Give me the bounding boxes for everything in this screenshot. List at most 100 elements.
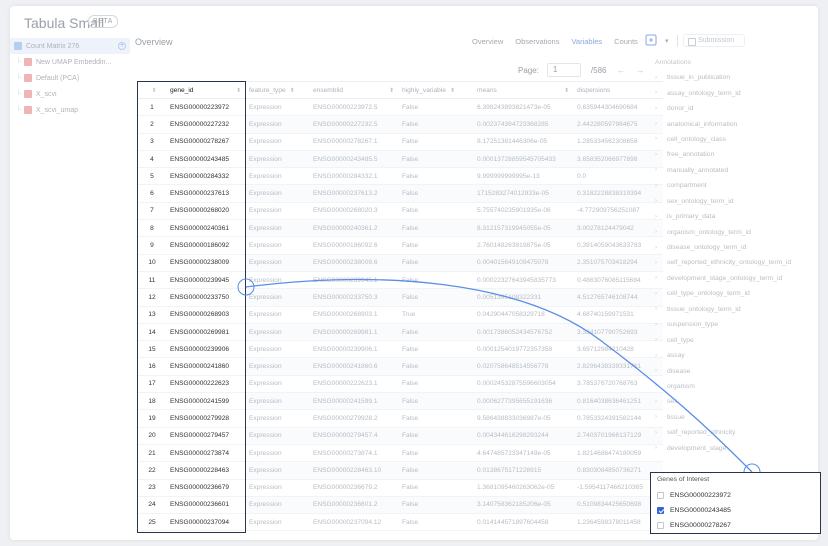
chevron-right-icon[interactable]: ›	[655, 167, 667, 173]
table-row[interactable]: 6 ENSG00000237613 Expression ENSG0000023761…	[138, 184, 663, 203]
annotation-item[interactable]: › anatomical_information	[655, 116, 815, 131]
annotation-item[interactable]: › is_primary_data	[655, 209, 815, 224]
sort-icon[interactable]: ⬍	[389, 87, 394, 94]
chevron-right-icon[interactable]: ›	[655, 306, 667, 312]
sort-icon[interactable]: ⬍	[290, 88, 295, 94]
annotation-item[interactable]: › organism	[655, 379, 815, 394]
annotation-item[interactable]: › cell_type	[655, 332, 815, 347]
gene-checkbox[interactable]	[657, 492, 664, 499]
chevron-right-icon[interactable]: ›	[655, 291, 667, 297]
annotation-item[interactable]: › assay_ontology_term_id	[655, 85, 815, 100]
table-row[interactable]: 18 ENSG00000241599 Expression ENSG000002415…	[138, 392, 663, 411]
chevron-right-icon[interactable]: ›	[655, 183, 667, 189]
annotation-item[interactable]: › development_stage	[655, 441, 815, 456]
chevron-right-icon[interactable]: ›	[655, 399, 667, 405]
table-row[interactable]: 8 ENSG00000240361 Expression ENSG0000024036…	[138, 219, 663, 238]
table-row[interactable]: 2 ENSG00000227232 Expression ENSG0000022723…	[138, 115, 663, 134]
annotation-item[interactable]: › free_annotation	[655, 147, 815, 162]
gene-of-interest-item[interactable]: ENSG00000243485	[657, 503, 820, 518]
annotation-item[interactable]: › organism_ontology_term_id	[655, 224, 815, 239]
annotation-item[interactable]: › self_reported_ethnicity	[655, 425, 815, 440]
annotation-item[interactable]: › tissue_ontology_term_id	[655, 302, 815, 317]
column-header-dispersions[interactable]: dispersions	[573, 81, 663, 99]
table-row[interactable]: 3 ENSG00000278267 Expression ENSG0000027826…	[138, 133, 663, 151]
chevron-right-icon[interactable]: ›	[655, 106, 667, 112]
annotation-item[interactable]: › sex	[655, 394, 815, 409]
chevron-right-icon[interactable]: ›	[655, 368, 667, 374]
chevron-right-icon[interactable]: ›	[655, 245, 667, 251]
table-row[interactable]: 1 ENSG00000223972 Expression ENSG0000022397…	[138, 98, 663, 117]
chevron-right-icon[interactable]: ›	[655, 383, 667, 389]
next-page-icon[interactable]: →	[635, 65, 644, 75]
chevron-down-icon[interactable]: ▾	[665, 37, 669, 45]
sidebar-item-new-umap[interactable]: └ New UMAP Embeddin...	[10, 54, 130, 70]
tab-observations[interactable]: Observations	[509, 37, 565, 46]
column-header-index[interactable]: ⬍	[138, 81, 166, 99]
table-row[interactable]: 23 ENSG00000236679 Expression ENSG000002366…	[138, 479, 663, 497]
table-row[interactable]: 7 ENSG00000268020 Expression ENSG0000026802…	[138, 202, 663, 221]
submission-button[interactable]: Submission	[683, 34, 746, 47]
table-row[interactable]: 16 ENSG00000241860 Expression ENSG000002418…	[138, 357, 663, 376]
table-row[interactable]: 13 ENSG00000268903 Expression ENSG000002689…	[138, 306, 663, 324]
table-row[interactable]: 14 ENSG00000269981 Expression ENSG000002699…	[138, 323, 663, 342]
table-row[interactable]: 9 ENSG00000186092 Expression ENSG0000018609…	[138, 236, 663, 255]
prev-page-icon[interactable]: ←	[616, 65, 625, 75]
table-row[interactable]: 19 ENSG00000279928 Expression ENSG000002799…	[138, 409, 663, 428]
annotation-item[interactable]: › development_stage_ontology_term_id	[655, 271, 815, 286]
gene-of-interest-item[interactable]: ENSG00000223972	[657, 488, 820, 503]
annotation-item[interactable]: › disease_ontology_term_id	[655, 240, 815, 255]
add-icon[interactable]: +	[118, 42, 126, 50]
table-row[interactable]: 25 ENSG00000237094 Expression ENSG000002370…	[138, 513, 663, 532]
annotation-item[interactable]: › sex_ontology_term_id	[655, 194, 815, 209]
chevron-right-icon[interactable]: ›	[655, 414, 667, 420]
chevron-right-icon[interactable]: ›	[655, 136, 667, 142]
column-header-gene-id[interactable]: gene_id ⬍	[166, 81, 245, 99]
table-row[interactable]: 20 ENSG00000279457 Expression ENSG000002794…	[138, 427, 663, 445]
tab-counts[interactable]: Counts	[608, 37, 644, 46]
sidebar-item-count-matrix[interactable]: Count Matrix 276 +	[10, 38, 130, 54]
table-row[interactable]: 22 ENSG00000228463 Expression ENSG000002284…	[138, 461, 663, 480]
table-row[interactable]: 24 ENSG00000236601 Expression ENSG000002366…	[138, 496, 663, 515]
chevron-right-icon[interactable]: ›	[655, 75, 667, 81]
sort-icon[interactable]: ⬍	[151, 88, 156, 94]
gene-checkbox[interactable]	[657, 507, 664, 514]
annotation-item[interactable]: › disease	[655, 363, 815, 378]
chevron-right-icon[interactable]: ›	[655, 214, 667, 220]
sidebar-item-default-pca[interactable]: └ Default (PCA)	[10, 70, 130, 86]
sort-icon[interactable]: ⬍	[450, 88, 455, 94]
annotation-item[interactable]: › suspension_type	[655, 317, 815, 332]
table-row[interactable]: 15 ENSG00000239906 Expression ENSG000002399…	[138, 340, 663, 359]
page-input[interactable]: 1	[546, 63, 581, 77]
chevron-right-icon[interactable]: ›	[655, 445, 667, 451]
chevron-right-icon[interactable]: ›	[655, 121, 667, 127]
chevron-right-icon[interactable]: ›	[655, 322, 667, 328]
column-header-highly-variable[interactable]: highly_variable ⬍	[398, 81, 473, 99]
annotation-item[interactable]: › compartment	[655, 178, 815, 193]
table-row[interactable]: 4 ENSG00000243485 Expression ENSG0000024348…	[138, 150, 663, 169]
column-header-feature-type[interactable]: feature_type ⬍	[245, 81, 309, 99]
annotation-item[interactable]: › cell_ontology_class	[655, 132, 815, 147]
chevron-right-icon[interactable]: ›	[655, 430, 667, 436]
table-row[interactable]: 11 ENSG00000239945 Expression ENSG000002399…	[138, 271, 663, 290]
annotation-item[interactable]: › self_reported_ethnicity_ontology_term_i…	[655, 255, 815, 270]
chevron-right-icon[interactable]: ›	[655, 260, 667, 266]
chevron-right-icon[interactable]: ›	[655, 275, 667, 281]
table-row[interactable]: 17 ENSG00000222623 Expression ENSG000002226…	[138, 375, 663, 394]
annotation-item[interactable]: › manually_annotated	[655, 163, 815, 178]
gene-checkbox[interactable]	[657, 522, 664, 529]
annotation-item[interactable]: › tissue_in_publication	[655, 70, 815, 85]
chevron-right-icon[interactable]: ›	[655, 90, 667, 96]
tab-overview[interactable]: Overview	[466, 37, 509, 46]
layout-icon[interactable]	[645, 34, 661, 46]
chevron-right-icon[interactable]: ›	[655, 353, 667, 359]
sidebar-item-x-scvi-umap[interactable]: └ X_scvi_umap	[10, 102, 130, 118]
chevron-right-icon[interactable]: ›	[655, 229, 667, 235]
annotation-item[interactable]: › donor_id	[655, 101, 815, 116]
chevron-right-icon[interactable]: ›	[655, 337, 667, 343]
chevron-right-icon[interactable]: ›	[655, 198, 667, 204]
table-row[interactable]: 21 ENSG00000273874 Expression ENSG000002738…	[138, 444, 663, 463]
column-header-ensemblid[interactable]: ensemblid ⬍	[309, 81, 398, 99]
gene-of-interest-item[interactable]: ENSG00000278267	[657, 518, 820, 533]
annotation-item[interactable]: › cell_type_ontology_term_id	[655, 286, 815, 301]
sidebar-item-x-scvi[interactable]: └ X_scvi	[10, 86, 130, 102]
